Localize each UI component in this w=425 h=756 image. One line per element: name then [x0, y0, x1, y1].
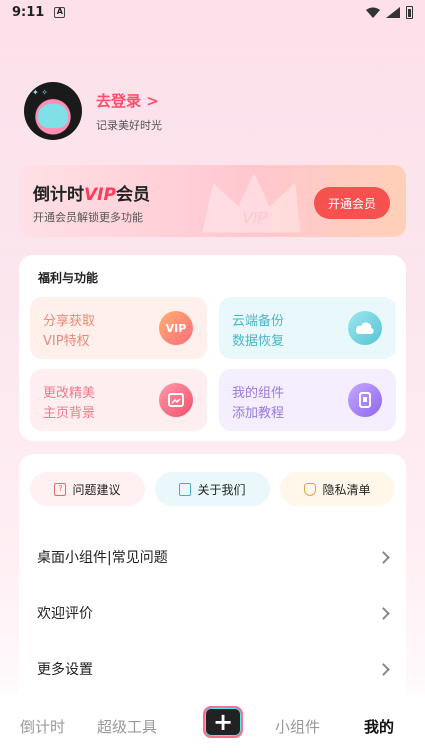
profile-subtitle: 记录美好时光 — [96, 118, 162, 132]
tile-line2: VIP特权 — [43, 334, 90, 349]
vip-title-vip: VIP — [84, 185, 116, 205]
login-link[interactable]: 去登录 > — [96, 90, 162, 111]
cloud-backup-tile[interactable]: 云端备份 数据恢复 — [219, 297, 396, 359]
share-vip-tile[interactable]: 分享获取 VIP特权 VIP — [30, 297, 207, 359]
wifi-icon — [366, 7, 380, 18]
cell-signal-icon — [386, 6, 400, 18]
add-button[interactable]: + — [203, 706, 243, 738]
change-background-tile[interactable]: 更改精美 主页背景 — [30, 369, 207, 431]
tab-widgets[interactable]: 小组件 — [275, 716, 320, 737]
row-label: 桌面小组件|常见问题 — [37, 550, 168, 566]
privacy-list-button[interactable]: 隐私清单 — [280, 472, 395, 506]
tab-mine[interactable]: 我的 — [364, 716, 394, 737]
tab-super-tools[interactable]: 超级工具 — [97, 716, 157, 737]
status-time: 9:11 — [12, 4, 45, 20]
tile-line1: 更改精美 — [43, 386, 96, 401]
chevron-right-icon — [377, 662, 390, 676]
tile-line1: 云端备份 — [232, 314, 285, 329]
avatar-doodle: ✦ ✧ — [32, 88, 48, 97]
document-icon — [179, 482, 192, 496]
picture-icon — [159, 383, 193, 417]
battery-icon — [406, 5, 413, 19]
tile-line2: 主页背景 — [43, 406, 96, 421]
vip-banner[interactable]: VIP 倒计时VIP会员 开通会员解锁更多功能 开通会员 — [19, 165, 406, 237]
avatar-cat-face — [38, 104, 68, 128]
row-widget-faq[interactable]: 桌面小组件|常见问题 — [19, 529, 406, 585]
widget-tutorial-tile[interactable]: 我的组件 添加教程 — [219, 369, 396, 431]
question-doc-icon: ? — [54, 482, 67, 496]
tile-line1: 我的组件 — [232, 386, 285, 401]
vip-crown-icon: VIP — [159, 311, 193, 345]
chevron-right-icon — [377, 606, 390, 620]
welfare-heading: 福利与功能 — [38, 271, 99, 285]
welfare-card: 福利与功能 分享获取 VIP特权 VIP 云端备份 数据恢复 更改精美 主页背景… — [19, 255, 406, 441]
shield-icon — [304, 482, 317, 496]
phone-widget-icon — [348, 383, 382, 417]
about-us-button[interactable]: 关于我们 — [155, 472, 270, 506]
row-more-settings[interactable]: 更多设置 — [19, 641, 406, 697]
tile-line1: 分享获取 — [43, 314, 96, 329]
vip-crown-watermark-icon: VIP — [202, 172, 301, 233]
status-bar: 9:11 A — [0, 0, 425, 24]
row-rate-us[interactable]: 欢迎评价 — [19, 585, 406, 641]
feedback-button[interactable]: ? 问题建议 — [30, 472, 145, 506]
vip-description: 开通会员解锁更多功能 — [33, 211, 143, 224]
row-label: 欢迎评价 — [37, 606, 93, 622]
privacy-list-label: 隐私清单 — [322, 482, 371, 497]
vip-title-suffix: 会员 — [115, 185, 150, 205]
cloud-icon — [348, 311, 382, 345]
feedback-label: 问题建议 — [72, 482, 121, 497]
row-label: 更多设置 — [37, 662, 93, 678]
open-membership-button[interactable]: 开通会员 — [314, 187, 390, 219]
svg-text:VIP: VIP — [242, 210, 268, 227]
settings-card: ? 问题建议 关于我们 隐私清单 桌面小组件|常见问题 欢迎评价 更多设置 — [19, 454, 406, 694]
vip-title: 倒计时VIP会员 — [33, 180, 150, 205]
profile-header: ✦ ✧ 去登录 > 记录美好时光 — [24, 82, 162, 140]
tile-line2: 数据恢复 — [232, 334, 285, 349]
vip-title-prefix: 倒计时 — [33, 185, 84, 205]
avatar[interactable]: ✦ ✧ — [24, 82, 82, 140]
notification-a-icon: A — [54, 6, 66, 18]
tab-countdown[interactable]: 倒计时 — [20, 716, 65, 737]
about-us-label: 关于我们 — [197, 482, 246, 497]
tile-line2: 添加教程 — [232, 406, 285, 421]
chevron-right-icon — [377, 550, 390, 564]
